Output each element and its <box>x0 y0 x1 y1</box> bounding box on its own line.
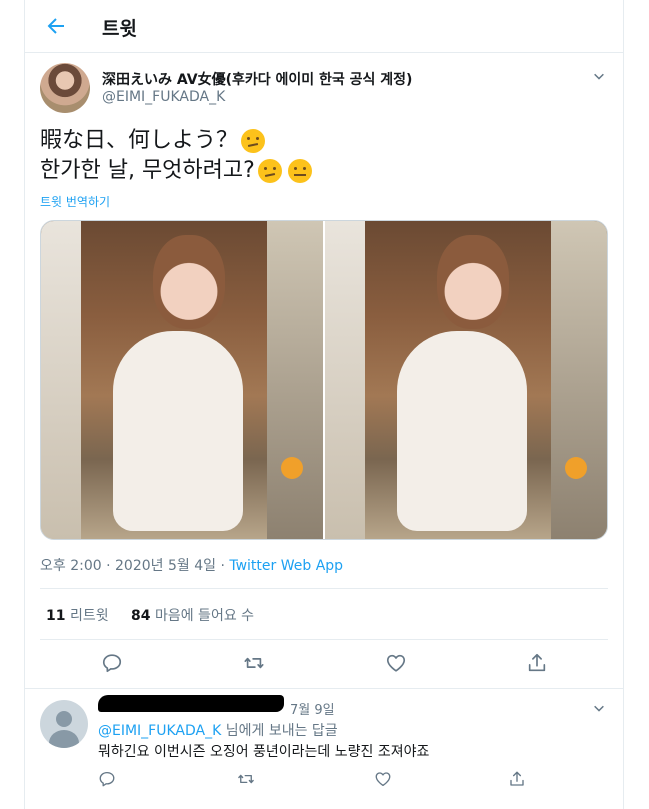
reply-more-button[interactable] <box>590 700 608 718</box>
heart-icon <box>386 654 406 672</box>
reply-reply-button[interactable] <box>98 770 116 788</box>
tweet-media <box>40 220 608 540</box>
chevron-down-icon <box>594 705 604 712</box>
tweet-timestamp: 오후 2:00 · 2020년 5월 4일 · Twitter Web App <box>40 555 343 575</box>
redacted-username <box>98 695 284 712</box>
reply-avatar[interactable] <box>40 700 88 748</box>
like-count: 84 <box>131 608 151 624</box>
tweet-text-japanese: 暇な日、何しよう？ <box>40 128 239 153</box>
page-title: 트윗 <box>102 18 137 40</box>
author-handle[interactable]: @EIMI_FUKADA_K <box>102 89 225 105</box>
reply-button[interactable] <box>101 652 123 674</box>
tweet-time[interactable]: 오후 2:00 <box>40 558 102 574</box>
tweet-text: 暇な日、何しよう？ 한가한 날, 무엇하려고? <box>40 126 312 186</box>
share-icon <box>528 653 546 672</box>
like-count-link[interactable]: 84 마음에 들어요 수 <box>131 608 254 624</box>
tweet-more-button[interactable] <box>590 68 608 86</box>
thinking-face-icon <box>257 159 282 183</box>
retweet-count-label: 리트윗 <box>69 608 109 624</box>
tweet-text-korean: 한가한 날, 무엇하려고? <box>40 158 255 183</box>
source-app-link[interactable]: Twitter Web App <box>229 558 343 574</box>
divider <box>40 639 608 640</box>
share-icon <box>510 771 524 786</box>
reply-share-button[interactable] <box>508 770 526 788</box>
translate-tweet-link[interactable]: 트윗 번역하기 <box>40 193 110 210</box>
page-header: 트윗 <box>24 0 624 53</box>
replying-to-label: 님에게 보내는 답글 <box>221 723 338 739</box>
tweet-stats: 11 리트윗 84 마음에 들어요 수 <box>46 605 272 625</box>
tweet-text-line-1: 暇な日、何しよう？ <box>40 126 312 156</box>
reply-actions <box>98 770 608 790</box>
retweet-button[interactable] <box>243 652 265 674</box>
tweet-photo-2[interactable] <box>325 221 607 539</box>
like-count-label: 마음에 들어요 수 <box>154 608 255 624</box>
reply-retweet-button[interactable] <box>237 770 255 788</box>
author-display-name[interactable]: 深田えいみ AV女優(후카다 에이미 한국 공식 계정) <box>102 69 412 89</box>
heart-icon <box>375 772 391 787</box>
reply-text: 뭐하긴요 이번시즌 오징어 풍년이라는데 노량진 조져야죠 <box>98 744 430 760</box>
meta-separator: · <box>220 558 225 574</box>
meta-separator: · <box>106 558 111 574</box>
tweet-actions <box>40 652 608 678</box>
retweet-icon <box>244 657 264 669</box>
replying-to: @EIMI_FUKADA_K 님에게 보내는 답글 <box>98 720 338 740</box>
arrow-left-icon <box>47 18 64 34</box>
expressionless-face-icon <box>287 159 312 183</box>
tweet-date[interactable]: 2020년 5월 4일 <box>115 558 216 574</box>
tweet-text-line-2: 한가한 날, 무엇하려고? <box>40 156 312 186</box>
back-button[interactable] <box>44 14 68 38</box>
retweet-count-link[interactable]: 11 리트윗 <box>46 608 113 624</box>
thinking-face-icon <box>241 129 266 153</box>
reply-like-button[interactable] <box>374 770 392 788</box>
tweet-photo-1[interactable] <box>41 221 323 539</box>
reply-icon <box>99 771 115 787</box>
replying-to-mention[interactable]: @EIMI_FUKADA_K <box>98 723 221 739</box>
avatar[interactable] <box>40 63 90 113</box>
divider <box>40 588 608 589</box>
reply-icon <box>102 654 122 673</box>
retweet-icon <box>238 774 254 784</box>
like-button[interactable] <box>385 652 407 674</box>
reply-date[interactable]: 7월 9일 <box>290 699 335 718</box>
share-button[interactable] <box>526 652 548 674</box>
chevron-down-icon <box>594 73 604 80</box>
retweet-count: 11 <box>46 608 66 624</box>
divider <box>24 688 624 689</box>
